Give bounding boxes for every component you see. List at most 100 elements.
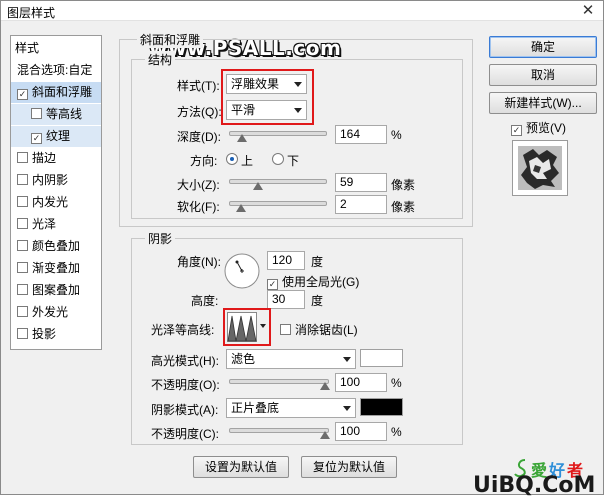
size-slider-thumb[interactable] [253, 182, 263, 190]
pattern-overlay-checkbox[interactable] [17, 284, 28, 295]
chevron-down-icon [260, 324, 266, 328]
sidebar-item-texture[interactable]: ✓ 纹理 [11, 126, 101, 147]
sidebar-item-satin[interactable]: 光泽 [11, 214, 101, 235]
soften-input[interactable]: 2 [335, 195, 387, 214]
styles-header[interactable]: 样式 [11, 38, 101, 59]
sidebar-item-outer-glow[interactable]: 外发光 [11, 302, 101, 323]
texture-checkbox[interactable]: ✓ [31, 133, 42, 144]
sidebar-item-drop-shadow[interactable]: 投影 [11, 324, 101, 345]
highlight-mode-dropdown[interactable]: 滤色 [226, 349, 356, 369]
shadow-mode-dropdown[interactable]: 正片叠底 [226, 398, 356, 418]
sidebar-item-label: 等高线 [46, 107, 83, 121]
shadow-opacity-slider[interactable] [229, 428, 330, 439]
shading-title: 阴影 [145, 230, 176, 247]
brand-logo: 愛 好 者 UiBQ.CoM [473, 459, 595, 498]
inner-shadow-checkbox[interactable] [17, 174, 28, 185]
new-style-button[interactable]: 新建样式(W)... [489, 92, 597, 114]
sidebar-item-color-overlay[interactable]: 颜色叠加 [11, 236, 101, 257]
chevron-down-icon [343, 406, 351, 411]
ok-button[interactable]: 确定 [489, 36, 597, 58]
global-light-checkbox[interactable]: ✓ [267, 279, 278, 290]
preview-label: 预览(V) [526, 121, 566, 135]
angle-unit: 度 [311, 255, 324, 269]
preview-checkbox[interactable]: ✓ [511, 125, 522, 136]
sidebar-item-inner-glow[interactable]: 内发光 [11, 192, 101, 213]
sidebar-item-label: 纹理 [46, 129, 71, 143]
shadow-mode-label: 阴影模式(A): [151, 403, 219, 417]
angle-input[interactable]: 120 [267, 251, 305, 270]
drop-shadow-checkbox[interactable] [17, 328, 28, 339]
depth-input[interactable]: 164 [335, 125, 387, 144]
angle-dial[interactable] [223, 252, 261, 290]
sidebar-item-contour[interactable]: 等高线 [11, 104, 101, 125]
direction-down-radio[interactable] [272, 153, 284, 165]
shadow-opacity-input[interactable]: 100 [335, 422, 387, 441]
sidebar-item-bevel-emboss[interactable]: ✓ 斜面和浮雕 [11, 82, 101, 103]
sidebar-item-stroke[interactable]: 描边 [11, 148, 101, 169]
direction-down-label: 下 [287, 154, 300, 168]
sidebar-item-label: 光泽 [32, 217, 57, 231]
highlight-mode-label: 高光模式(H): [151, 354, 219, 368]
outer-glow-checkbox[interactable] [17, 306, 28, 317]
layer-style-dialog: 图层样式 ✕ www.PSALL.com 样式 混合选项:自定 ✓ 斜面和浮雕 等… [0, 0, 604, 498]
global-light-label: 使用全局光(G) [282, 275, 360, 289]
preview-option[interactable]: ✓ 预览(V) [511, 119, 566, 136]
sidebar-item-label: 渐变叠加 [32, 261, 81, 275]
antialias-label: 消除锯齿(L) [295, 323, 358, 337]
shadow-color-swatch[interactable] [360, 398, 403, 416]
depth-label: 深度(D): [177, 130, 221, 144]
sidebar-item-inner-shadow[interactable]: 内阴影 [11, 170, 101, 191]
shadow-opacity-label: 不透明度(C): [151, 427, 219, 441]
shadow-mode-value: 正片叠底 [231, 401, 280, 415]
highlight-opacity-input[interactable]: 100 [335, 373, 387, 392]
contour-thumbnail-icon [227, 312, 257, 342]
satin-checkbox[interactable] [17, 218, 28, 229]
antialias-option[interactable]: 消除锯齿(L) [280, 321, 358, 338]
gradient-overlay-checkbox[interactable] [17, 262, 28, 273]
highlight-opacity-slider[interactable] [229, 379, 330, 390]
sidebar-item-label: 图案叠加 [32, 283, 81, 297]
sidebar-item-label: 内阴影 [32, 173, 69, 187]
size-input[interactable]: 59 [335, 173, 387, 192]
global-light-option[interactable]: ✓ 使用全局光(G) [267, 273, 359, 290]
angle-label: 角度(N): [177, 255, 221, 269]
depth-slider-thumb[interactable] [237, 134, 247, 142]
sidebar-item-pattern-overlay[interactable]: 图案叠加 [11, 280, 101, 301]
window-title: 图层样式 [7, 6, 56, 20]
close-icon[interactable]: ✕ [573, 1, 603, 21]
sidebar-item-gradient-overlay[interactable]: 渐变叠加 [11, 258, 101, 279]
cancel-button[interactable]: 取消 [489, 64, 597, 86]
shadow-opacity-thumb[interactable] [320, 431, 330, 439]
direction-up-radio[interactable] [226, 153, 238, 165]
soften-slider[interactable] [229, 201, 327, 212]
highlight-color-swatch[interactable] [360, 349, 403, 367]
stroke-checkbox[interactable] [17, 152, 28, 163]
style-label: 样式(T): [177, 79, 220, 93]
depth-slider[interactable] [229, 131, 327, 142]
antialias-checkbox[interactable] [280, 324, 291, 335]
make-default-button[interactable]: 设置为默认值 [193, 456, 289, 478]
angle-dial-icon [224, 253, 260, 289]
altitude-label: 高度: [191, 294, 219, 308]
soften-slider-thumb[interactable] [236, 204, 246, 212]
sidebar-item-label: 描边 [32, 151, 57, 165]
highlight-frame-style [221, 69, 314, 125]
styles-list: 样式 混合选项:自定 ✓ 斜面和浮雕 等高线 ✓ 纹理 描边 内阴影 内发光 光泽 … [10, 35, 102, 350]
color-overlay-checkbox[interactable] [17, 240, 28, 251]
chevron-down-icon [343, 357, 351, 362]
brand-text: UiBQ.CoM [473, 473, 595, 496]
bevel-emboss-checkbox[interactable]: ✓ [17, 89, 28, 100]
gloss-contour-picker[interactable] [223, 308, 271, 346]
sidebar-item-label: 外发光 [32, 305, 69, 319]
contour-checkbox[interactable] [31, 108, 42, 119]
reset-default-button[interactable]: 复位为默认值 [301, 456, 397, 478]
altitude-input[interactable]: 30 [267, 290, 305, 309]
size-slider[interactable] [229, 179, 327, 190]
bevel-emboss-title: 斜面和浮雕 [137, 31, 204, 48]
shadow-opacity-unit: % [391, 425, 402, 439]
soften-unit: 像素 [391, 200, 416, 214]
direction-label: 方向: [190, 154, 218, 168]
blending-options[interactable]: 混合选项:自定 [11, 60, 101, 81]
highlight-opacity-thumb[interactable] [320, 382, 330, 390]
inner-glow-checkbox[interactable] [17, 196, 28, 207]
